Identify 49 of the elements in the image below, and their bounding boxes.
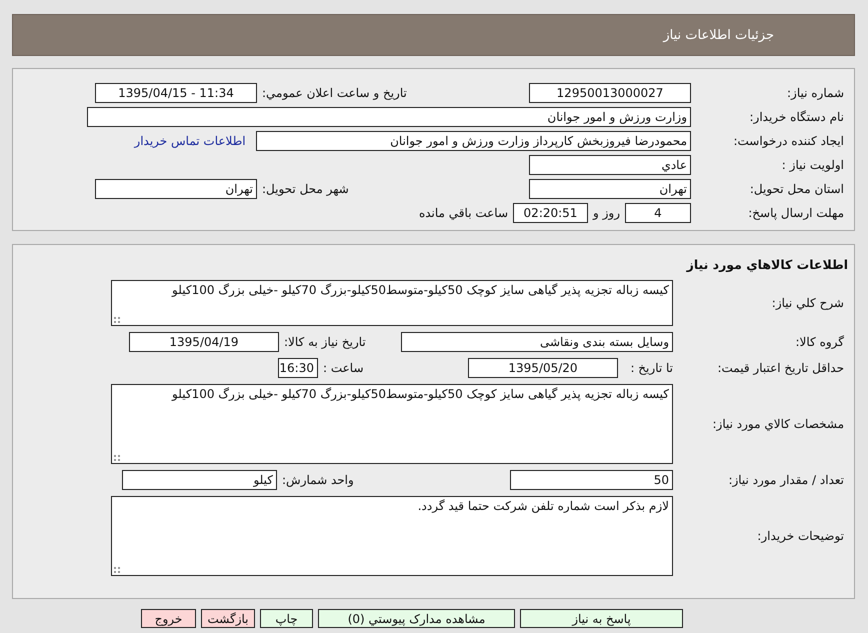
contact-link[interactable]: اطلاعات تماس خریدار bbox=[129, 134, 251, 148]
field-label: مشخصات کالاي مورد نیاز: bbox=[711, 417, 845, 431]
cancel-button[interactable]: خروج bbox=[141, 609, 196, 628]
input-field[interactable]: 12950013000027 bbox=[529, 83, 691, 103]
input-field[interactable]: 50 bbox=[510, 470, 673, 490]
resize-grip-icon[interactable] bbox=[114, 567, 120, 573]
text-area[interactable]: لازم بذکر است شماره تلفن شرکت حتما قید گردد. bbox=[111, 496, 673, 576]
field-label: نام دستگاه خریدار: bbox=[748, 110, 845, 124]
text-area[interactable]: کیسه زباله تجزیه پذیر گیاهی سایز کوچک 50کیلو-متوسط50کیلو-بزرگ 70کیلو -خیلی بزرگ 100کیلو bbox=[111, 384, 673, 464]
input-field[interactable]: وزارت ورزش و امور جوانان bbox=[87, 107, 691, 127]
field-label: توضیحات خریدار: bbox=[756, 529, 845, 543]
input-field[interactable]: عادي bbox=[529, 155, 691, 175]
input-field[interactable]: 16:30 bbox=[278, 358, 318, 378]
action-button[interactable]: مشاهده مدارک پیوستي (0) bbox=[318, 609, 515, 628]
input-field[interactable]: 1395/04/19 bbox=[129, 332, 279, 352]
input-field[interactable]: 1395/04/15 - 11:34 bbox=[95, 83, 257, 103]
input-field[interactable]: کیلو bbox=[122, 470, 277, 490]
field-label: حداقل تاریخ اعتبار قیمت: bbox=[716, 361, 845, 375]
field-label: تاریخ و ساعت اعلان عمومي: bbox=[262, 86, 408, 100]
field-label: شرح کلي نیاز: bbox=[770, 296, 845, 310]
resize-grip-icon[interactable] bbox=[114, 317, 120, 323]
section-title: اطلاعات کالاهاي مورد نیاز bbox=[685, 257, 848, 272]
field-label: ایجاد کننده درخواست: bbox=[732, 134, 845, 148]
field-label: ساعت : bbox=[323, 361, 365, 375]
field-label: مهلت ارسال پاسخ: bbox=[747, 206, 845, 220]
field-label: ساعت باقي مانده bbox=[418, 206, 508, 220]
input-field[interactable]: وسایل بسته بندی ونقاشی bbox=[401, 332, 673, 352]
field-label: واحد شمارش: bbox=[282, 473, 355, 487]
input-field[interactable]: 4 bbox=[625, 203, 691, 223]
action-button[interactable]: پاسخ به نیاز bbox=[520, 609, 683, 628]
input-field[interactable]: محمودرضا فیروزبخش کارپرداز وزارت ورزش و امور جوانان bbox=[256, 131, 691, 151]
resize-grip-icon[interactable] bbox=[114, 455, 120, 461]
field-label: تعداد / مقدار مورد نیاز: bbox=[727, 473, 845, 487]
field-label: شهر محل تحویل: bbox=[262, 182, 350, 196]
field-label: تا تاریخ : bbox=[629, 361, 673, 375]
text-area[interactable]: کیسه زباله تجزیه پذیر گیاهی سایز کوچک 50کیلو-متوسط50کیلو-بزرگ 70کیلو -خیلی بزرگ 100کیلو bbox=[111, 280, 673, 326]
page-title: جزئیات اطلاعات نیاز bbox=[663, 28, 774, 42]
field-label: تاریخ نیاز به کالا: bbox=[284, 335, 367, 349]
field-label: گروه کالا: bbox=[794, 335, 845, 349]
field-label: شماره نیاز: bbox=[786, 86, 845, 100]
input-field[interactable]: تهران bbox=[95, 179, 257, 199]
field-label: روز و bbox=[593, 206, 620, 220]
field-label: اولویت نیاز : bbox=[780, 158, 845, 172]
action-button[interactable]: چاپ bbox=[260, 609, 313, 628]
input-field[interactable]: تهران bbox=[529, 179, 691, 199]
cancel-button[interactable]: بازگشت bbox=[201, 609, 255, 628]
field-label: استان محل تحویل: bbox=[748, 182, 845, 196]
input-field[interactable]: 1395/05/20 bbox=[468, 358, 618, 378]
input-field[interactable]: 02:20:51 bbox=[513, 203, 588, 223]
